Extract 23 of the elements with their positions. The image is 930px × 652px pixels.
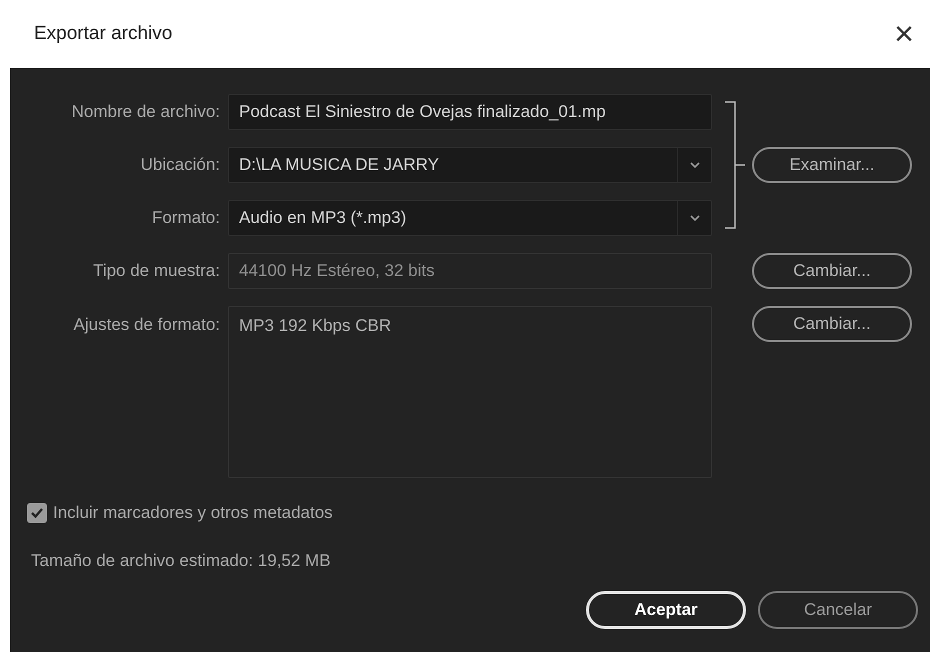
field-label: Ubicación:	[140, 154, 220, 176]
dialog-button[interactable]: Aceptar	[586, 591, 746, 629]
change-button[interactable]: Examinar...	[752, 147, 912, 183]
settings-box: MP3 192 Kbps CBR	[228, 306, 712, 478]
close-button[interactable]: ×	[894, 17, 914, 51]
field-label: Nombre de archivo:	[72, 101, 220, 124]
checkbox-label: Incluir marcadores y otros metadatos	[53, 502, 333, 524]
dropdown[interactable]: D:\LA MUSICA DE JARRY	[228, 147, 712, 183]
chevron-down-icon	[688, 161, 700, 169]
change-button[interactable]: Cambiar...	[752, 306, 912, 342]
text-field[interactable]: Podcast El Siniestro de Ovejas finalizado_01.mp	[228, 94, 712, 130]
readonly-field: 44100 Hz Estéreo, 32 bits	[228, 253, 712, 289]
chevron-down-icon	[688, 214, 700, 222]
window-title: Exportar archivo	[34, 22, 172, 46]
estimated-size-text: Tamaño de archivo estimado: 19,52 MB	[31, 550, 332, 572]
checkbox[interactable]	[27, 502, 47, 523]
field-label: Tipo de muestra:	[93, 260, 220, 282]
change-button[interactable]: Cambiar...	[752, 253, 912, 289]
checkmark-icon	[30, 506, 44, 519]
dropdown[interactable]: Audio en MP3 (*.mp3)	[228, 200, 712, 236]
dialog-button[interactable]: Cancelar	[758, 591, 918, 629]
field-label: Ajustes de formato:	[74, 314, 220, 336]
field-label: Formato:	[152, 207, 220, 230]
